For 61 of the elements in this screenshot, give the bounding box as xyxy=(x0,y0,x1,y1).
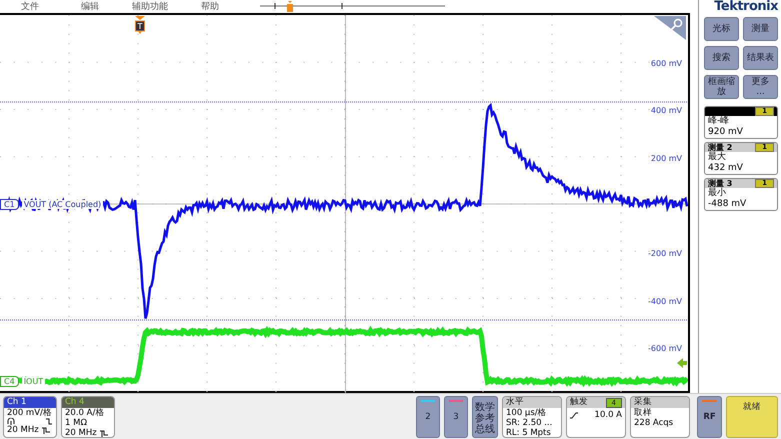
menu-button[interactable]: 框画缩放 xyxy=(704,75,739,99)
setting-text: RL: 5 Mpts xyxy=(505,428,552,437)
record-overview[interactable] xyxy=(260,0,445,13)
settings-card[interactable]: 采集 取样 228 Acqs xyxy=(630,396,690,438)
menu-item[interactable]: 辅助功能 xyxy=(120,0,180,13)
rising-edge-icon xyxy=(570,412,578,418)
bandwidth-icon xyxy=(100,430,108,436)
menu-button[interactable]: 搜索 xyxy=(704,46,739,70)
menu-button[interactable]: 光标 xyxy=(704,17,739,41)
axis-label: -600 mV xyxy=(648,344,682,353)
card-title: 采集 xyxy=(631,397,689,408)
menu-item[interactable]: 文件 xyxy=(0,0,60,13)
channel-title: Ch 4 xyxy=(62,397,114,408)
setting-text: 228 Acqs xyxy=(633,418,674,428)
channel-button[interactable]: 3 xyxy=(444,396,468,438)
math-ref-bus-button[interactable]: 数学参考总线 xyxy=(472,396,498,438)
menu-button[interactable]: 结果表 xyxy=(743,46,778,70)
channel-label: VOUT (AC Coupled) xyxy=(22,200,104,208)
bandwidth-icon xyxy=(42,426,50,434)
settings-card[interactable]: Ch 1 200 mV/格 20 MHz xyxy=(3,396,57,438)
brand-logo: Tektronix xyxy=(713,0,778,14)
setting-text: 200 mV/格 xyxy=(7,408,52,418)
menu-item[interactable]: 编辑 xyxy=(60,0,120,13)
menu-button[interactable]: 更多 ... xyxy=(743,75,778,99)
measurement-value: 432 mV xyxy=(707,162,744,173)
axis-label: -400 mV xyxy=(648,297,682,306)
measurement-title: 测量 2 xyxy=(708,143,732,152)
measurement-value: -488 mV xyxy=(707,198,748,209)
measurement-name: 峰-峰 xyxy=(707,116,730,126)
settings-card[interactable]: 水平 100 µs/格 SR: 2.50 ... RL: 5 Mpts xyxy=(502,396,562,438)
measurement-name: 最小 xyxy=(707,188,727,198)
setting-text: 20.0 A/格 xyxy=(65,408,104,418)
axis-label: 200 mV xyxy=(650,154,682,163)
setting-text: 10.0 A xyxy=(594,410,622,420)
coupling-icon xyxy=(7,418,15,425)
setting-text: 100 µs/格 xyxy=(505,408,548,418)
measurement-value: 920 mV xyxy=(707,126,744,137)
setting-text: 取样 xyxy=(633,408,653,418)
rf-button[interactable]: RF xyxy=(697,396,722,438)
channel-badge[interactable]: C1 xyxy=(0,198,19,210)
menu-button[interactable]: 测量 xyxy=(743,17,778,41)
axis-label: 400 mV xyxy=(650,106,682,115)
axis-label: 600 mV xyxy=(650,59,682,68)
setting-text: SR: 2.50 ... xyxy=(505,418,554,428)
zoom-icon[interactable] xyxy=(654,16,686,40)
menu-item[interactable]: 帮助 xyxy=(180,0,240,13)
channel-title: Ch 1 xyxy=(4,397,56,408)
measurement-title: 测量 3 xyxy=(708,179,732,188)
measurement-name: 最大 xyxy=(707,152,727,162)
setting-text: 1 MΩ xyxy=(65,418,87,428)
card-title: 水平 xyxy=(503,397,561,408)
status-button[interactable]: 就绪 xyxy=(726,396,778,438)
card-title: 触发 xyxy=(570,397,588,408)
channel-label: IOUT xyxy=(22,376,46,386)
setting-text: 20 MHz xyxy=(7,425,39,435)
axis-label: -200 mV xyxy=(648,249,682,258)
settings-card[interactable]: Ch 4 20.0 A/格 1 MΩ 20 MHz xyxy=(61,396,115,438)
channel-button[interactable]: 2 xyxy=(416,396,440,438)
level-arrow-icon[interactable] xyxy=(677,358,687,368)
setting-text: 20 MHz xyxy=(65,428,97,437)
termination-icon xyxy=(45,418,53,425)
